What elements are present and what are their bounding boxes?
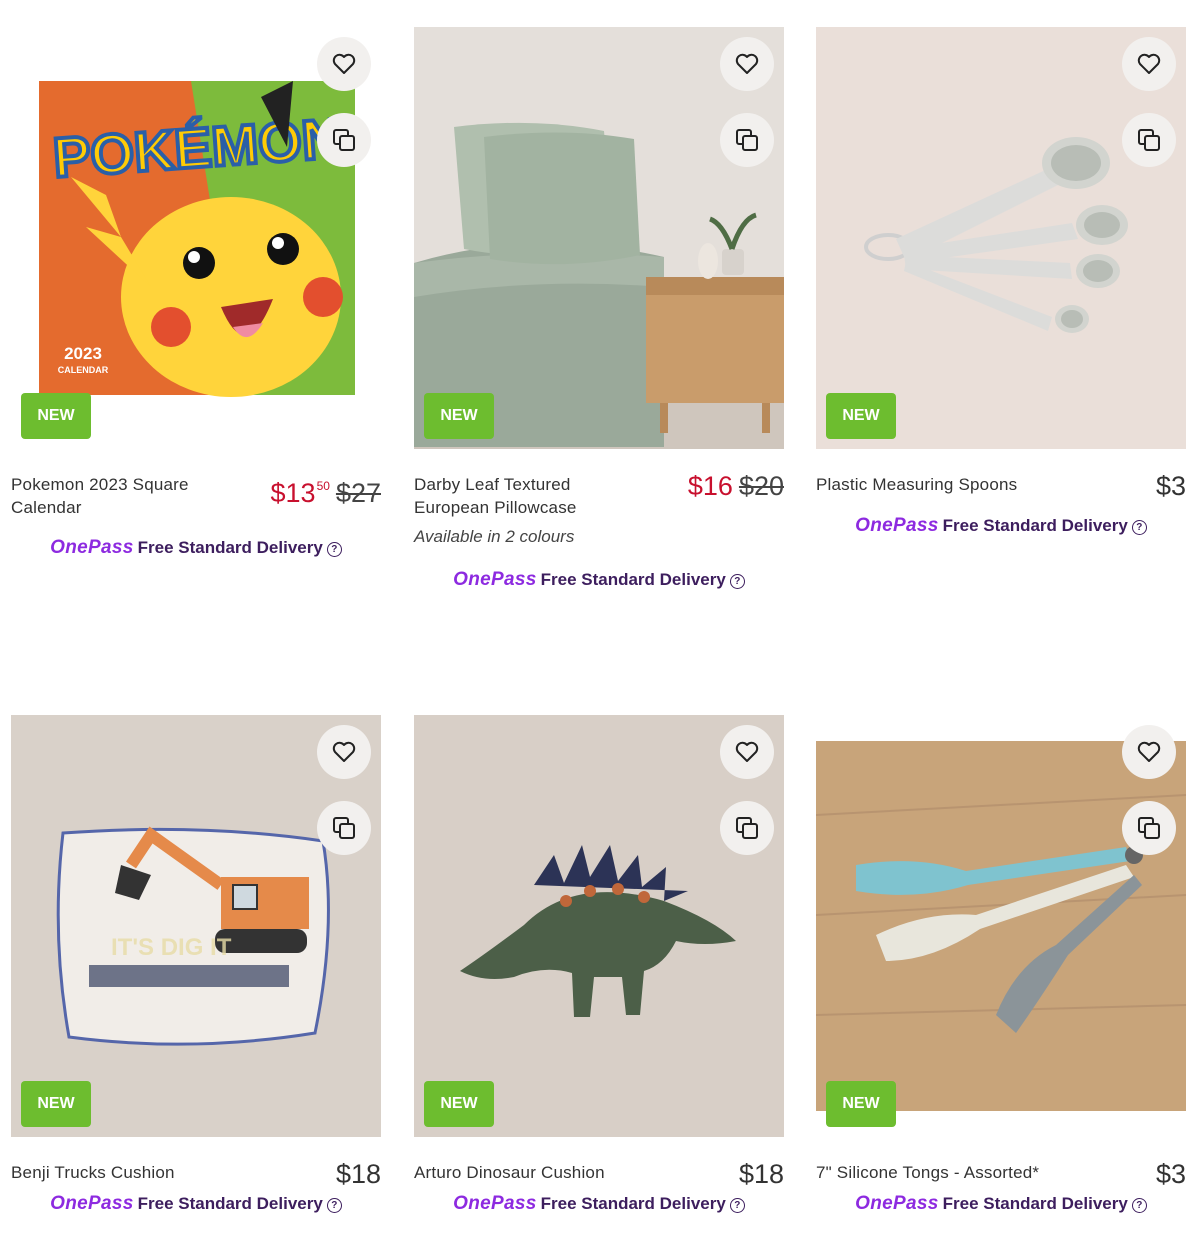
compare-icon bbox=[333, 129, 355, 151]
product-image[interactable] bbox=[414, 715, 784, 1137]
onepass-logo: OnePass bbox=[855, 1193, 939, 1214]
product-title[interactable]: Arturo Dinosaur Cushion bbox=[414, 1161, 634, 1184]
current-price: $3 bbox=[1155, 471, 1186, 501]
price: $16 $20 bbox=[688, 471, 784, 501]
measuring-spoons-image bbox=[816, 27, 1186, 449]
product-card[interactable]: NEW Arturo Dinosaur Cushion $18 OnePass F… bbox=[414, 715, 784, 1215]
delivery-text: Free Standard Delivery bbox=[540, 570, 726, 589]
question-circle-icon[interactable]: ? bbox=[729, 574, 745, 589]
colours-note: Available in 2 colours bbox=[414, 527, 575, 546]
new-badge: NEW bbox=[826, 1081, 896, 1127]
price: $3 bbox=[1156, 1159, 1186, 1189]
product-media[interactable]: NEW bbox=[414, 715, 784, 1137]
silicone-tongs-image bbox=[816, 741, 1186, 1111]
svg-text:2023: 2023 bbox=[64, 344, 102, 363]
product-image[interactable]: IT'S DIG IT bbox=[11, 715, 381, 1137]
question-circle-icon[interactable]: ? bbox=[729, 1198, 745, 1213]
product-card[interactable]: NEW 7" Silicone Tongs - Assorted* $3 One… bbox=[816, 715, 1186, 1215]
product-card[interactable]: POKÉMON 2023 CALENDAR NEW Pokemon 2023 S… bbox=[11, 27, 381, 559]
heart-icon bbox=[1137, 53, 1161, 74]
compare-button[interactable] bbox=[1122, 801, 1176, 855]
wishlist-button[interactable] bbox=[1122, 37, 1176, 91]
product-card[interactable]: NEW Plastic Measuring Spoons $3 OnePass F… bbox=[816, 27, 1186, 537]
heart-icon bbox=[1137, 741, 1161, 762]
svg-text:CALENDAR: CALENDAR bbox=[58, 365, 109, 375]
product-card[interactable]: IT'S DIG IT NEW Benji Trucks Cushion $18… bbox=[11, 715, 381, 1215]
onepass-logo: OnePass bbox=[453, 569, 537, 590]
heart-icon bbox=[332, 53, 356, 74]
onepass-delivery: OnePass Free Standard Delivery? bbox=[816, 1193, 1186, 1215]
compare-button[interactable] bbox=[317, 801, 371, 855]
product-media[interactable]: NEW bbox=[816, 715, 1186, 1137]
product-image[interactable] bbox=[816, 27, 1186, 449]
new-badge: NEW bbox=[424, 393, 494, 439]
current-price: $18 bbox=[738, 1159, 784, 1189]
heart-icon bbox=[735, 53, 759, 74]
new-badge: NEW bbox=[21, 1081, 91, 1127]
new-badge: NEW bbox=[424, 1081, 494, 1127]
compare-icon bbox=[333, 817, 355, 839]
question-circle-icon[interactable]: ? bbox=[326, 1198, 342, 1213]
product-title[interactable]: Darby Leaf Textured European Pillowcase bbox=[414, 473, 634, 519]
compare-icon bbox=[736, 129, 758, 151]
product-media[interactable]: NEW bbox=[414, 27, 784, 449]
compare-button[interactable] bbox=[317, 113, 371, 167]
cushion-print-text: IT'S DIG IT bbox=[111, 934, 232, 961]
onepass-logo: OnePass bbox=[50, 537, 134, 558]
delivery-text: Free Standard Delivery bbox=[137, 1194, 323, 1213]
onepass-delivery: OnePass Free Standard Delivery? bbox=[11, 537, 381, 559]
was-price: $20 bbox=[738, 471, 784, 501]
product-image[interactable] bbox=[816, 715, 1186, 1137]
sale-price: $16 bbox=[687, 471, 733, 501]
question-circle-icon[interactable]: ? bbox=[326, 542, 342, 557]
product-title[interactable]: Benji Trucks Cushion bbox=[11, 1161, 231, 1184]
product-image[interactable] bbox=[414, 27, 784, 449]
product-media[interactable]: POKÉMON 2023 CALENDAR NEW bbox=[11, 27, 381, 449]
trucks-cushion-image: IT'S DIG IT bbox=[11, 715, 381, 1137]
product-media[interactable]: NEW bbox=[816, 27, 1186, 449]
compare-button[interactable] bbox=[720, 801, 774, 855]
product-title[interactable]: Pokemon 2023 Square Calendar bbox=[11, 473, 231, 519]
price: $18 bbox=[336, 1159, 381, 1189]
compare-icon bbox=[736, 817, 758, 839]
product-title[interactable]: Plastic Measuring Spoons bbox=[816, 473, 1036, 496]
pokemon-calendar-image: POKÉMON 2023 CALENDAR bbox=[39, 81, 355, 397]
price: $18 bbox=[739, 1159, 784, 1189]
wishlist-button[interactable] bbox=[720, 725, 774, 779]
delivery-text: Free Standard Delivery bbox=[540, 1194, 726, 1213]
onepass-delivery: OnePass Free Standard Delivery? bbox=[11, 1193, 381, 1215]
dinosaur-cushion-image bbox=[414, 715, 784, 1137]
wishlist-button[interactable] bbox=[317, 37, 371, 91]
product-title[interactable]: 7" Silicone Tongs - Assorted* bbox=[816, 1161, 1076, 1184]
new-badge: NEW bbox=[826, 393, 896, 439]
wishlist-button[interactable] bbox=[720, 37, 774, 91]
wishlist-button[interactable] bbox=[317, 725, 371, 779]
heart-icon bbox=[332, 741, 356, 762]
onepass-delivery: OnePass Free Standard Delivery? bbox=[414, 569, 784, 591]
compare-icon bbox=[1138, 129, 1160, 151]
onepass-logo: OnePass bbox=[50, 1193, 134, 1214]
delivery-text: Free Standard Delivery bbox=[137, 538, 323, 557]
onepass-logo: OnePass bbox=[453, 1193, 537, 1214]
pillowcase-bedroom-image bbox=[414, 27, 784, 449]
current-price: $3 bbox=[1155, 1159, 1186, 1189]
product-card[interactable]: NEW Darby Leaf Textured European Pillowc… bbox=[414, 27, 784, 591]
delivery-text: Free Standard Delivery bbox=[942, 1194, 1128, 1213]
product-media[interactable]: IT'S DIG IT NEW bbox=[11, 715, 381, 1137]
was-price: $27 bbox=[335, 478, 381, 508]
heart-icon bbox=[735, 741, 759, 762]
current-price: $18 bbox=[335, 1159, 381, 1189]
compare-icon bbox=[1138, 817, 1160, 839]
question-circle-icon[interactable]: ? bbox=[1131, 1198, 1147, 1213]
compare-button[interactable] bbox=[1122, 113, 1176, 167]
wishlist-button[interactable] bbox=[1122, 725, 1176, 779]
onepass-delivery: OnePass Free Standard Delivery? bbox=[414, 1193, 784, 1215]
compare-button[interactable] bbox=[720, 113, 774, 167]
new-badge: NEW bbox=[21, 393, 91, 439]
product-image[interactable]: POKÉMON 2023 CALENDAR bbox=[11, 27, 381, 449]
sale-price: $1350 bbox=[270, 478, 330, 508]
price: $1350 $27 bbox=[271, 471, 381, 508]
question-circle-icon[interactable]: ? bbox=[1131, 520, 1147, 535]
price: $3 bbox=[1156, 471, 1186, 501]
